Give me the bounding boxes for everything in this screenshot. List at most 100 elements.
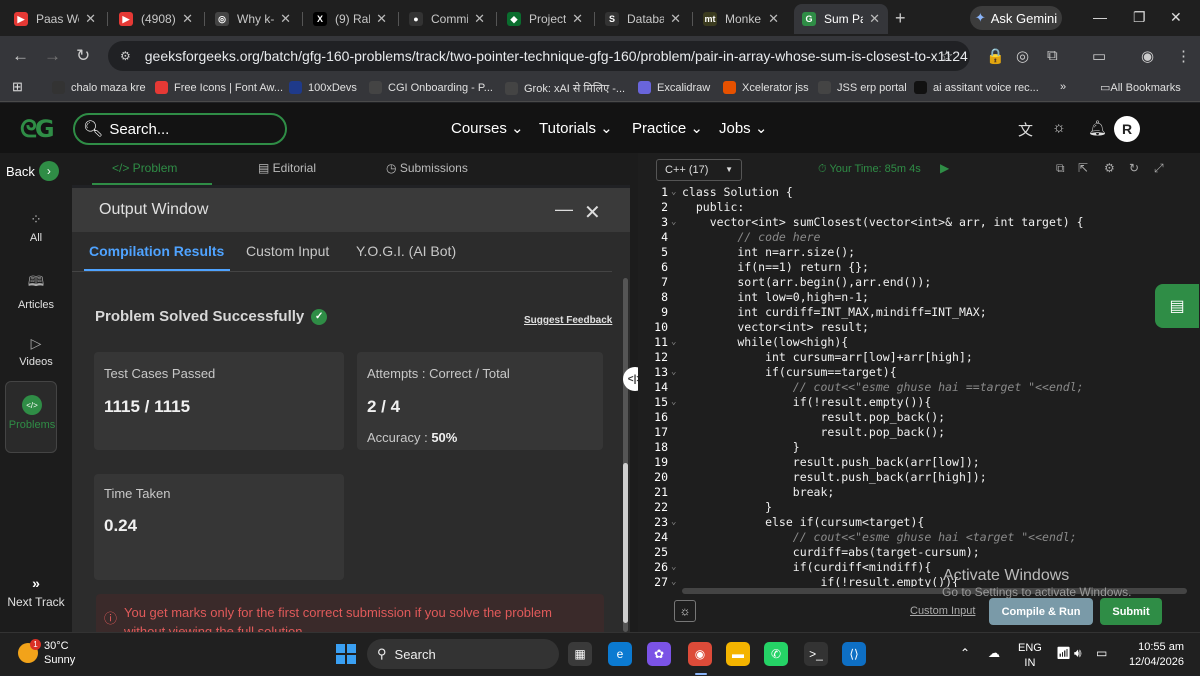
extensions-icon[interactable]: ⧉ — [1047, 47, 1058, 64]
fold-chevron-icon[interactable]: ⌄ — [671, 335, 676, 350]
fold-chevron-icon[interactable]: ⌄ — [671, 365, 676, 380]
close-icon[interactable]: ✕ — [584, 200, 601, 225]
next-track-button[interactable]: » Next Track — [0, 575, 72, 609]
profile-icon[interactable]: ◉ — [1141, 47, 1154, 65]
bookmark-item[interactable]: Grok: xAI से मिलिए -... — [505, 81, 625, 96]
fold-chevron-icon[interactable]: ⌄ — [671, 575, 676, 587]
bookmark-item[interactable]: 100xDevs — [289, 81, 357, 94]
browser-tab[interactable]: ▶ (4908) S ✕ — [111, 4, 201, 34]
bookmark-item[interactable]: CGI Onboarding - P... — [369, 81, 493, 94]
close-window-button[interactable]: ✕ — [1170, 9, 1182, 26]
more-bookmarks-icon[interactable]: » — [1060, 81, 1066, 93]
close-tab-icon[interactable]: ✕ — [280, 11, 291, 27]
terminal-icon[interactable]: >_ — [804, 642, 828, 666]
fold-chevron-icon[interactable]: ⌄ — [671, 560, 676, 575]
tab-custom-input[interactable]: Custom Input — [246, 243, 329, 259]
tab-problem[interactable]: </> Problem — [112, 161, 177, 175]
export-icon[interactable]: ⇱ — [1078, 161, 1088, 175]
edge-icon[interactable]: e — [608, 642, 632, 666]
browser-tab[interactable]: G Sum Pa ✕ — [794, 4, 888, 34]
translate-icon[interactable]: 文 — [1018, 119, 1033, 140]
close-tab-icon[interactable]: ✕ — [572, 11, 583, 27]
rail-item-all[interactable]: ⁘ All — [0, 211, 72, 244]
address-bar[interactable]: ⚙ geeksforgeeks.org/batch/gfg-160-proble… — [108, 41, 970, 71]
tab-editorial[interactable]: ▤ Editorial — [258, 161, 316, 175]
rail-item-problems[interactable]: </> Problems — [5, 381, 57, 453]
clock[interactable]: 10:55 am 12/04/2026 — [1112, 640, 1184, 670]
rail-item-articles[interactable]: 🕮 Articles — [0, 271, 72, 311]
bookmark-star-icon[interactable]: ☆ — [940, 47, 953, 65]
bookmark-item[interactable]: chalo maza kre — [52, 81, 146, 94]
taskbar-search[interactable]: ⚲ Search — [367, 639, 559, 669]
bookmark-item[interactable]: Excalidraw — [638, 81, 710, 94]
pane-splitter[interactable] — [630, 153, 638, 632]
ask-gemini-button[interactable]: ✦ Ask Gemini — [970, 6, 1062, 30]
output-scrollbar-thumb[interactable] — [623, 463, 628, 623]
wifi-icon[interactable]: 📶︎ — [1056, 646, 1071, 660]
rail-item-videos[interactable]: ▷ Videos — [0, 335, 72, 368]
file-explorer-icon[interactable]: ▬ — [726, 642, 750, 666]
fold-chevron-icon[interactable]: ⌄ — [671, 215, 676, 230]
apps-grid-icon[interactable]: ⊞ — [12, 79, 23, 95]
settings-gear-icon[interactable]: ⚙ — [1104, 161, 1115, 175]
tab-compilation-results[interactable]: Compilation Results — [89, 243, 224, 259]
reload-icon[interactable]: ↻ — [76, 46, 90, 66]
tab-yogi-ai-bot[interactable]: Y.O.G.I. (AI Bot) — [356, 243, 456, 259]
submit-button[interactable]: Submit — [1100, 598, 1162, 625]
browser-tab[interactable]: mt Monke ✕ — [695, 4, 787, 34]
copy-icon[interactable]: ⧉ — [1056, 161, 1065, 176]
notification-bell-icon[interactable]: 🔔︎ — [1088, 119, 1107, 137]
back-arrow-icon[interactable]: ← — [12, 46, 29, 66]
minimize-icon[interactable]: — — [555, 199, 573, 220]
close-tab-icon[interactable]: ✕ — [474, 11, 485, 27]
browser-tab[interactable]: S Databa ✕ — [597, 4, 689, 34]
tray-app-icon[interactable]: ☁ — [988, 646, 1000, 660]
browser-tab[interactable]: ▶ Paas Wo ✕ — [6, 4, 104, 34]
start-button-icon[interactable] — [336, 644, 356, 664]
chat-icon[interactable]: ▤ — [1155, 284, 1199, 328]
theme-toggle-icon[interactable]: ☼ — [1052, 119, 1066, 136]
restore-window-button[interactable]: ❐ — [1133, 9, 1146, 26]
browser-tab[interactable]: ● Commi ✕ — [401, 4, 493, 34]
lock-icon[interactable]: 🔒 — [986, 47, 1005, 65]
bookmark-item[interactable]: JSS erp portal — [818, 81, 907, 94]
bookmark-item[interactable]: ai assitant voice rec... — [914, 81, 1039, 94]
reading-list-icon[interactable]: ▭ — [1092, 47, 1106, 65]
nav-courses[interactable]: Courses ⌄ — [451, 119, 524, 137]
nav-jobs[interactable]: Jobs ⌄ — [719, 119, 767, 137]
whatsapp-icon[interactable]: ✆ — [764, 642, 788, 666]
fold-chevron-icon[interactable]: ⌄ — [671, 395, 676, 410]
nav-practice[interactable]: Practice ⌄ — [632, 119, 703, 137]
weather-widget[interactable]: 1 30°C Sunny — [18, 639, 75, 667]
close-tab-icon[interactable]: ✕ — [869, 11, 880, 27]
chevron-up-icon[interactable]: ⌃ — [960, 646, 970, 660]
close-tab-icon[interactable]: ✕ — [670, 11, 681, 27]
tab-submissions[interactable]: ◷ Submissions — [386, 161, 468, 175]
nav-tutorials[interactable]: Tutorials ⌄ — [539, 119, 613, 137]
menu-icon[interactable]: ⋮ — [1176, 47, 1191, 65]
avatar[interactable]: R — [1114, 116, 1140, 142]
copilot-icon[interactable]: ✿ — [647, 642, 671, 666]
close-tab-icon[interactable]: ✕ — [182, 11, 193, 27]
fold-chevron-icon[interactable]: ⌄ — [671, 185, 676, 200]
fullscreen-icon[interactable]: ⤢ — [1154, 161, 1164, 176]
close-tab-icon[interactable]: ✕ — [85, 11, 96, 27]
fold-chevron-icon[interactable]: ⌄ — [671, 515, 676, 530]
target-icon[interactable]: ◎ — [1016, 47, 1029, 65]
language-select[interactable]: C++ (17) ▼ — [656, 159, 742, 181]
gfg-logo-icon[interactable]: ᘓG — [20, 115, 55, 143]
new-tab-button[interactable]: + — [895, 8, 906, 29]
task-view-icon[interactable]: ▦ — [568, 642, 592, 666]
light-bulb-icon[interactable]: ☼ — [674, 600, 696, 622]
gfg-search-input[interactable]: 🔍︎ Search... — [73, 113, 287, 145]
all-bookmarks-button[interactable]: ▭ All Bookmarks — [1100, 81, 1181, 95]
editor-scrollbar[interactable] — [1187, 185, 1193, 590]
chrome-icon[interactable]: ◉ — [688, 642, 712, 666]
play-timer-icon[interactable]: ▶ — [940, 161, 949, 175]
back-button[interactable]: Back › — [6, 161, 59, 181]
bookmark-item[interactable]: Free Icons | Font Aw... — [155, 81, 283, 94]
minimize-window-button[interactable]: — — [1093, 9, 1107, 25]
vscode-icon[interactable]: ⟨⟩ — [842, 642, 866, 666]
code-area[interactable]: 1 ⌄ class Solution {2 public: 3 ⌄ vector<int… — [638, 185, 1183, 587]
battery-icon[interactable]: ▭ — [1096, 646, 1107, 660]
